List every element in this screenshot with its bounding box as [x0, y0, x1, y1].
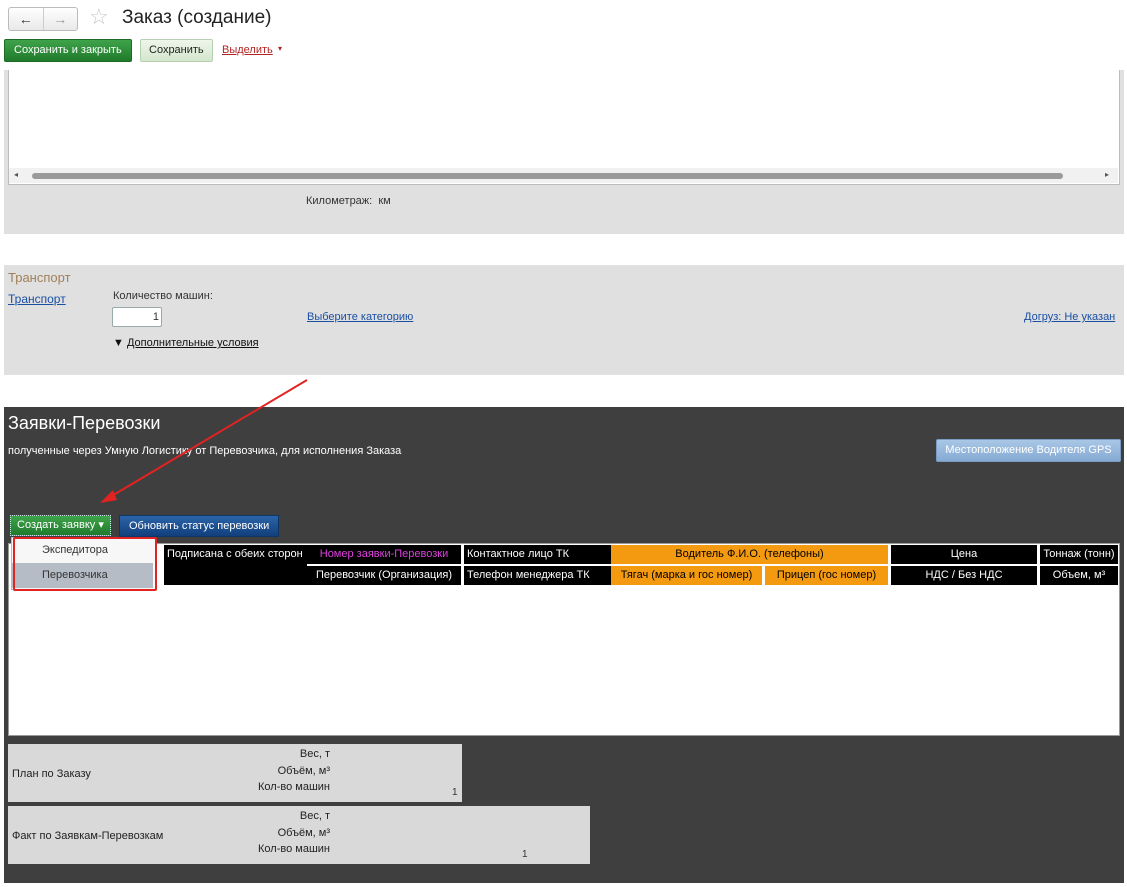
- plan-cars-value: 1: [452, 787, 458, 798]
- fact-cars-value: 1: [522, 849, 528, 860]
- fact-panel: Факт по Заявкам-Перевозкам Вес, т Объём,…: [8, 806, 590, 864]
- plan-cars-label: Кол-во машин: [258, 781, 330, 793]
- arrow-head: [100, 490, 117, 503]
- fact-volume-label: Объём, м³: [277, 827, 330, 839]
- plan-label: План по Заказу: [12, 768, 91, 780]
- fact-label: Факт по Заявкам-Перевозкам: [12, 830, 164, 842]
- fact-weight-label: Вес, т: [299, 810, 330, 822]
- fact-cars-label: Кол-во машин: [258, 843, 330, 855]
- plan-panel: План по Заказу Вес, т Объём, м³ Кол-во м…: [8, 744, 462, 802]
- plan-volume-label: Объём, м³: [277, 765, 330, 777]
- arrow-line: [109, 379, 308, 498]
- plan-weight-label: Вес, т: [299, 748, 330, 760]
